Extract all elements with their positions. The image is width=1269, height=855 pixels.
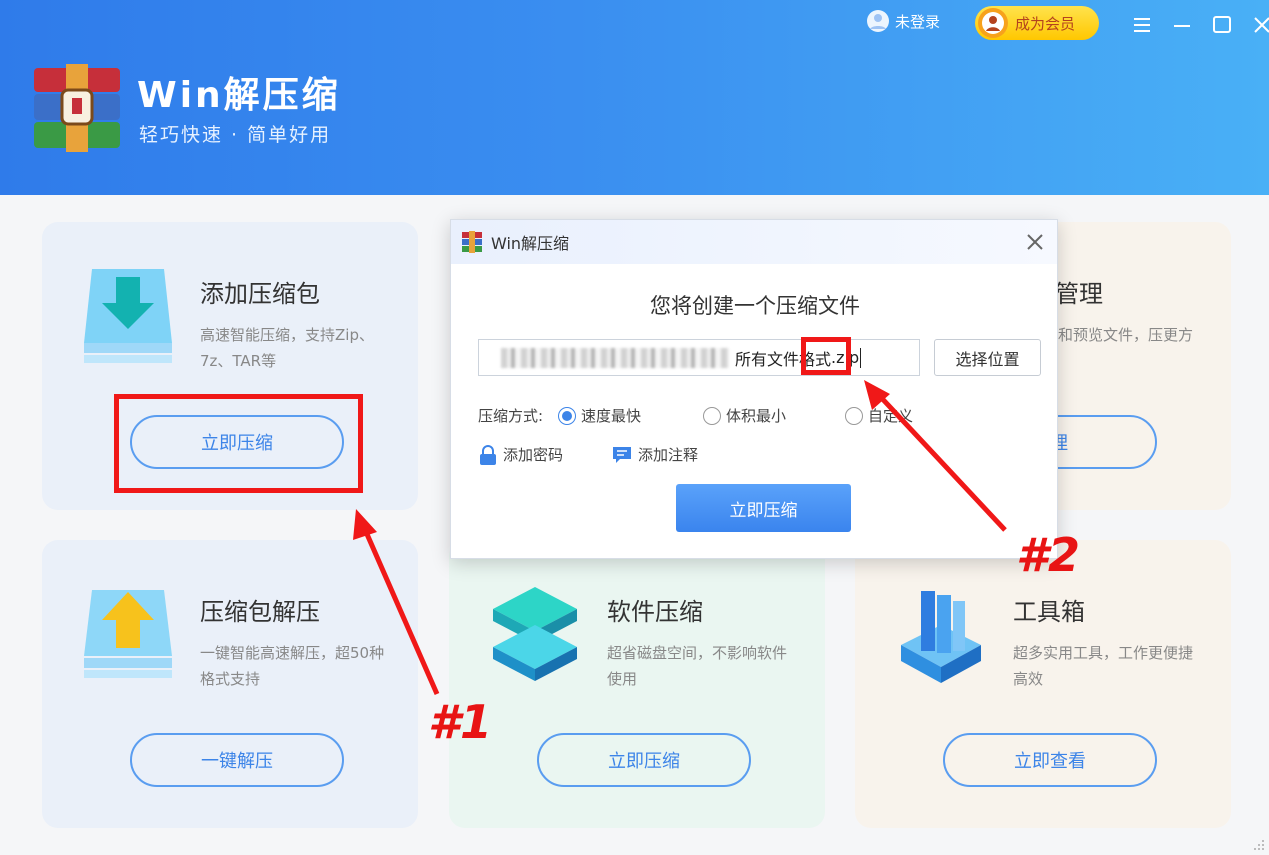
maximize-icon	[1213, 16, 1231, 33]
app-logo-icon	[462, 231, 482, 253]
app-header: Win解压缩 轻巧快速 · 简单好用 未登录 成为会员	[0, 0, 1269, 195]
vip-label: 成为会员	[1015, 14, 1076, 33]
dialog-compress-button[interactable]: 立即压缩	[676, 484, 851, 532]
card-desc: 一键智能高速解压，超50种格式支持	[200, 644, 385, 688]
blurred-path	[501, 347, 729, 368]
mode-fastest-radio[interactable]: 速度最快	[558, 405, 641, 426]
one-click-extract-button[interactable]: 一键解压	[130, 733, 344, 787]
card-desc: 理和预览文件，压更方便	[1043, 326, 1194, 370]
card-title: 软件压缩	[607, 598, 703, 626]
download-drive-icon	[84, 269, 172, 363]
highlight-box-2	[801, 337, 851, 375]
close-button[interactable]	[1242, 10, 1269, 40]
radio-label: 体积最小	[726, 407, 787, 425]
menu-button[interactable]	[1122, 10, 1162, 40]
card-title: 压缩包解压	[200, 598, 320, 626]
menu-icon	[1134, 18, 1150, 32]
add-comment-option[interactable]: 添加注释	[612, 444, 698, 465]
create-archive-dialog: Win解压缩 您将创建一个压缩文件 所有文件格式 .zip 选择位置 压缩方式:…	[450, 219, 1058, 559]
card-software-compress: 软件压缩 超省磁盘空间，不影响软件使用 立即压缩	[449, 540, 825, 828]
layered-server-icon	[493, 587, 577, 681]
dialog-titlebar: Win解压缩	[451, 220, 1057, 264]
software-compress-button[interactable]: 立即压缩	[537, 733, 751, 787]
add-password-label: 添加密码	[503, 446, 564, 464]
radio-unchecked-icon	[845, 406, 863, 425]
choose-location-button[interactable]: 选择位置	[934, 339, 1041, 376]
annotation-mark-1: #1	[428, 695, 493, 749]
upload-drive-icon	[84, 590, 172, 678]
card-desc: 超多实用工具，工作更便捷高效	[1013, 644, 1194, 688]
view-now-button[interactable]: 立即查看	[943, 733, 1157, 787]
radio-label: 自定义	[868, 407, 914, 425]
close-icon	[1254, 17, 1269, 33]
archive-path-input[interactable]: 所有文件格式 .zip	[478, 339, 920, 376]
radio-unchecked-icon	[703, 406, 721, 425]
card-desc: 超省磁盘空间，不影响软件使用	[607, 644, 788, 688]
app-slogan: 轻巧快速 · 简单好用	[139, 124, 332, 146]
user-avatar-icon	[867, 10, 889, 32]
app-logo-icon	[34, 64, 120, 152]
login-status[interactable]: 未登录	[866, 9, 940, 33]
dialog-close-icon[interactable]	[1023, 230, 1047, 254]
card-extract: 压缩包解压 一键智能高速解压，超50种格式支持 一键解压	[42, 540, 418, 828]
mode-smallest-radio[interactable]: 体积最小	[703, 405, 786, 426]
card-title: 管理	[1055, 280, 1103, 308]
radio-label: 速度最快	[581, 407, 642, 425]
dialog-title: Win解压缩	[491, 234, 570, 253]
mode-custom-radio[interactable]: 自定义	[845, 405, 913, 426]
lock-icon	[480, 444, 496, 465]
comment-icon	[613, 446, 631, 463]
card-title: 添加压缩包	[200, 280, 320, 308]
compress-mode-row: 压缩方式: 速度最快 体积最小 自定义	[478, 405, 1038, 427]
card-desc: 高速智能压缩，支持Zip、7z、TAR等	[200, 326, 374, 370]
window-controls	[1122, 10, 1269, 40]
login-label: 未登录	[895, 12, 941, 31]
radio-checked-icon	[558, 406, 576, 425]
add-comment-label: 添加注释	[638, 446, 699, 464]
minimize-button[interactable]	[1162, 10, 1202, 40]
resize-grip-icon[interactable]	[1251, 837, 1265, 851]
maximize-button[interactable]	[1202, 10, 1242, 40]
card-title: 工具箱	[1013, 598, 1085, 626]
app-title: Win解压缩	[137, 75, 341, 116]
member-avatar-icon	[978, 8, 1008, 38]
add-password-option[interactable]: 添加密码	[479, 444, 563, 465]
annotation-mark-2: #2	[1016, 528, 1081, 582]
compress-mode-label: 压缩方式:	[478, 407, 544, 425]
highlight-box-1	[114, 394, 363, 493]
text-caret	[860, 347, 862, 368]
become-member-button[interactable]: 成为会员	[975, 6, 1099, 40]
toolbox-icon	[901, 591, 981, 683]
minimize-icon	[1174, 25, 1190, 27]
card-toolbox: 工具箱 超多实用工具，工作更便捷高效 立即查看	[855, 540, 1231, 828]
dialog-heading: 您将创建一个压缩文件	[650, 294, 860, 318]
